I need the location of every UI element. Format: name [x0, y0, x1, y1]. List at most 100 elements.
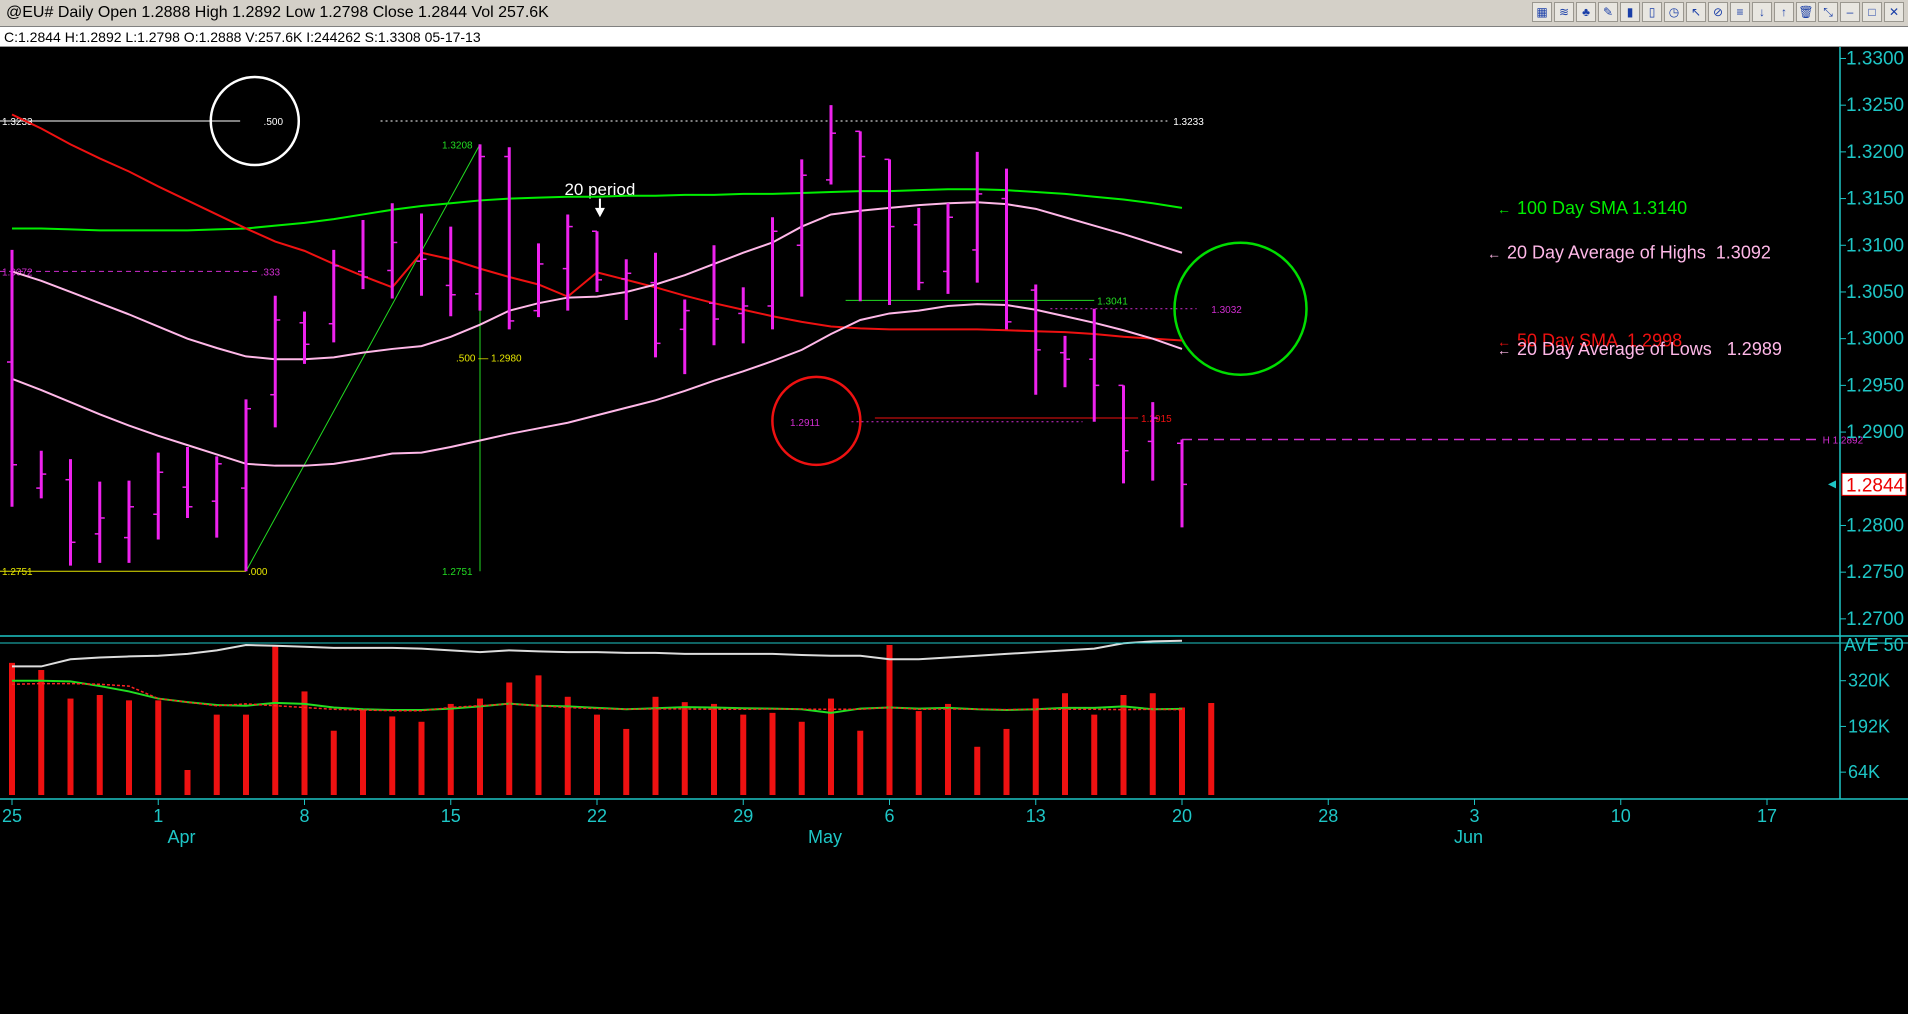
price-tick-label: 1.2800: [1846, 515, 1904, 536]
close-icon[interactable]: ✕: [1884, 2, 1904, 22]
volume-bar: [798, 721, 805, 795]
volume-bar: [447, 703, 454, 795]
level-label: .333: [261, 267, 281, 278]
volume-bar: [506, 682, 513, 795]
month-label: May: [808, 827, 842, 847]
volume-bar: [155, 700, 162, 795]
legend-item: ← 100 Day SMA 1.3140: [1497, 198, 1687, 218]
volume-tick-label: 64K: [1848, 762, 1880, 782]
volume-bar: [535, 675, 542, 795]
volume-bar: [9, 662, 15, 795]
legend-item: ← 20 Day Average of Highs 1.3092: [1487, 243, 1771, 263]
price-tick-label: 1.2950: [1846, 375, 1904, 396]
clock-icon[interactable]: ◷: [1664, 2, 1684, 22]
axes: 1.3300 1.3250 1.3200 1.3150 1.3100 1.3050 1.30…: [0, 47, 1908, 847]
legend-label: 20 Day Average of Lows 1.2989: [1517, 339, 1782, 359]
volume-bar: [243, 714, 249, 795]
volume-bar: [1003, 728, 1010, 795]
price-tick-label: 1.2900: [1846, 422, 1904, 443]
volume-bar: [96, 695, 103, 795]
price-tick-label: 1.3300: [1846, 48, 1904, 69]
x-tick-label: 20: [1172, 806, 1192, 826]
x-tick-label: 8: [299, 806, 309, 826]
volume-bar: [652, 696, 659, 795]
volume-bar: [67, 698, 74, 795]
last-price-arrow: [1828, 480, 1836, 489]
volume-header-label: AVE 50: [1844, 635, 1904, 655]
volume-bar: [38, 670, 45, 795]
arrow-down-icon[interactable]: ↓: [1752, 2, 1772, 22]
info-bar: C:1.2844 H:1.2892 L:1.2798 O:1.2888 V:25…: [0, 27, 1908, 47]
level-label: 1.2911: [790, 418, 820, 429]
fib-label: 1.3208: [442, 140, 473, 151]
level-label: 1.3233: [1173, 117, 1204, 128]
chart-title: @EU# Daily Open 1.2888 High 1.2892 Low 1…: [6, 4, 549, 21]
maximize-icon[interactable]: □: [1862, 2, 1882, 22]
price-tick-label: 1.3100: [1846, 235, 1904, 256]
volume-tick-label: 192K: [1848, 716, 1890, 736]
volume-bar: [330, 730, 337, 795]
volume-bar: [126, 700, 132, 795]
volume-bar: [945, 703, 951, 795]
volume-bar: [857, 730, 864, 795]
line-icon[interactable]: ≋: [1554, 2, 1574, 22]
x-tick-label: 6: [884, 806, 894, 826]
tree-icon[interactable]: ♣: [1576, 2, 1596, 22]
x-tick-label: 1: [153, 806, 163, 826]
x-tick-label: 15: [441, 806, 461, 826]
candle-icon[interactable]: ▯: [1642, 2, 1662, 22]
volume-panel: [9, 639, 1215, 795]
chart-icon[interactable]: ▦: [1532, 2, 1552, 22]
legend-item: ← 20 Day Average of Lows 1.2989: [1497, 339, 1782, 359]
x-tick-label: 10: [1611, 806, 1631, 826]
volume-bar: [1091, 714, 1098, 795]
month-label: Jun: [1454, 827, 1483, 847]
fib-label: .500 — 1.2980: [456, 353, 522, 364]
volume-bar: [418, 721, 425, 795]
price-tick-label: 1.2750: [1846, 562, 1904, 583]
restore-icon[interactable]: ⤡: [1818, 2, 1838, 22]
volume-avg-line: [12, 679, 1183, 714]
minimize-icon[interactable]: –: [1840, 2, 1860, 22]
fib-label: 1.2751: [442, 567, 473, 578]
quote-readout: C:1.2844 H:1.2892 L:1.2798 O:1.2888 V:25…: [4, 29, 481, 45]
price-panel: 1.3233.500 1.32331.3072.3331.2751.0001.32…: [0, 75, 1864, 578]
fib-trendline: [245, 144, 481, 572]
volume-bar: [974, 746, 981, 795]
volume-avg-line: [11, 682, 1183, 712]
volume-bar: [184, 770, 191, 795]
x-tick-label: 22: [587, 806, 607, 826]
trend-icon[interactable]: ≡: [1730, 2, 1750, 22]
trash-icon[interactable]: 🗑: [1796, 2, 1816, 22]
volume-bar: [769, 712, 776, 795]
volume-bar: [681, 702, 688, 795]
pencil-icon[interactable]: ✎: [1598, 2, 1618, 22]
fib-icon[interactable]: ⊘: [1708, 2, 1728, 22]
volume-bar: [477, 698, 483, 795]
x-tick-label: 17: [1757, 806, 1777, 826]
title-bar: @EU# Daily Open 1.2888 High 1.2892 Low 1…: [0, 0, 1908, 27]
bars-icon[interactable]: ▮: [1620, 2, 1640, 22]
level-label: 1.2915: [1141, 414, 1172, 425]
arrow-up-icon[interactable]: ↑: [1774, 2, 1794, 22]
x-tick-label: 28: [1318, 806, 1338, 826]
legend-label: 100 Day SMA 1.3140: [1517, 198, 1687, 218]
price-tick-label: 1.3050: [1846, 282, 1904, 303]
volume-bar: [564, 696, 571, 795]
price-tick-label: 1.3200: [1846, 142, 1904, 163]
legend-label: 20 Day Average of Highs 1.3092: [1507, 243, 1771, 263]
cursor-icon[interactable]: ↖: [1686, 2, 1706, 22]
volume-bar: [360, 709, 366, 795]
chart-area[interactable]: 1.3233.500 1.32331.3072.3331.2751.0001.32…: [0, 47, 1908, 1014]
legend-arrow-icon: ←: [1487, 246, 1501, 262]
volume-bar: [740, 714, 747, 795]
volume-bar: [272, 645, 279, 795]
legend-arrow-icon: ←: [1497, 342, 1511, 358]
price-tick-label: 1.2700: [1846, 609, 1904, 630]
volume-bar: [886, 645, 893, 795]
fib-label: 1.2751: [2, 567, 33, 578]
x-tick-label: 25: [2, 806, 22, 826]
chart-toolbar: ▦ ≋ ♣ ✎ ▮ ▯ ◷ ↖ ⊘ ≡ ↓ ↑ 🗑 ⤡ – □ ✕: [1532, 2, 1904, 24]
volume-bar: [623, 728, 630, 795]
level-label: 1.3032: [1211, 305, 1242, 316]
